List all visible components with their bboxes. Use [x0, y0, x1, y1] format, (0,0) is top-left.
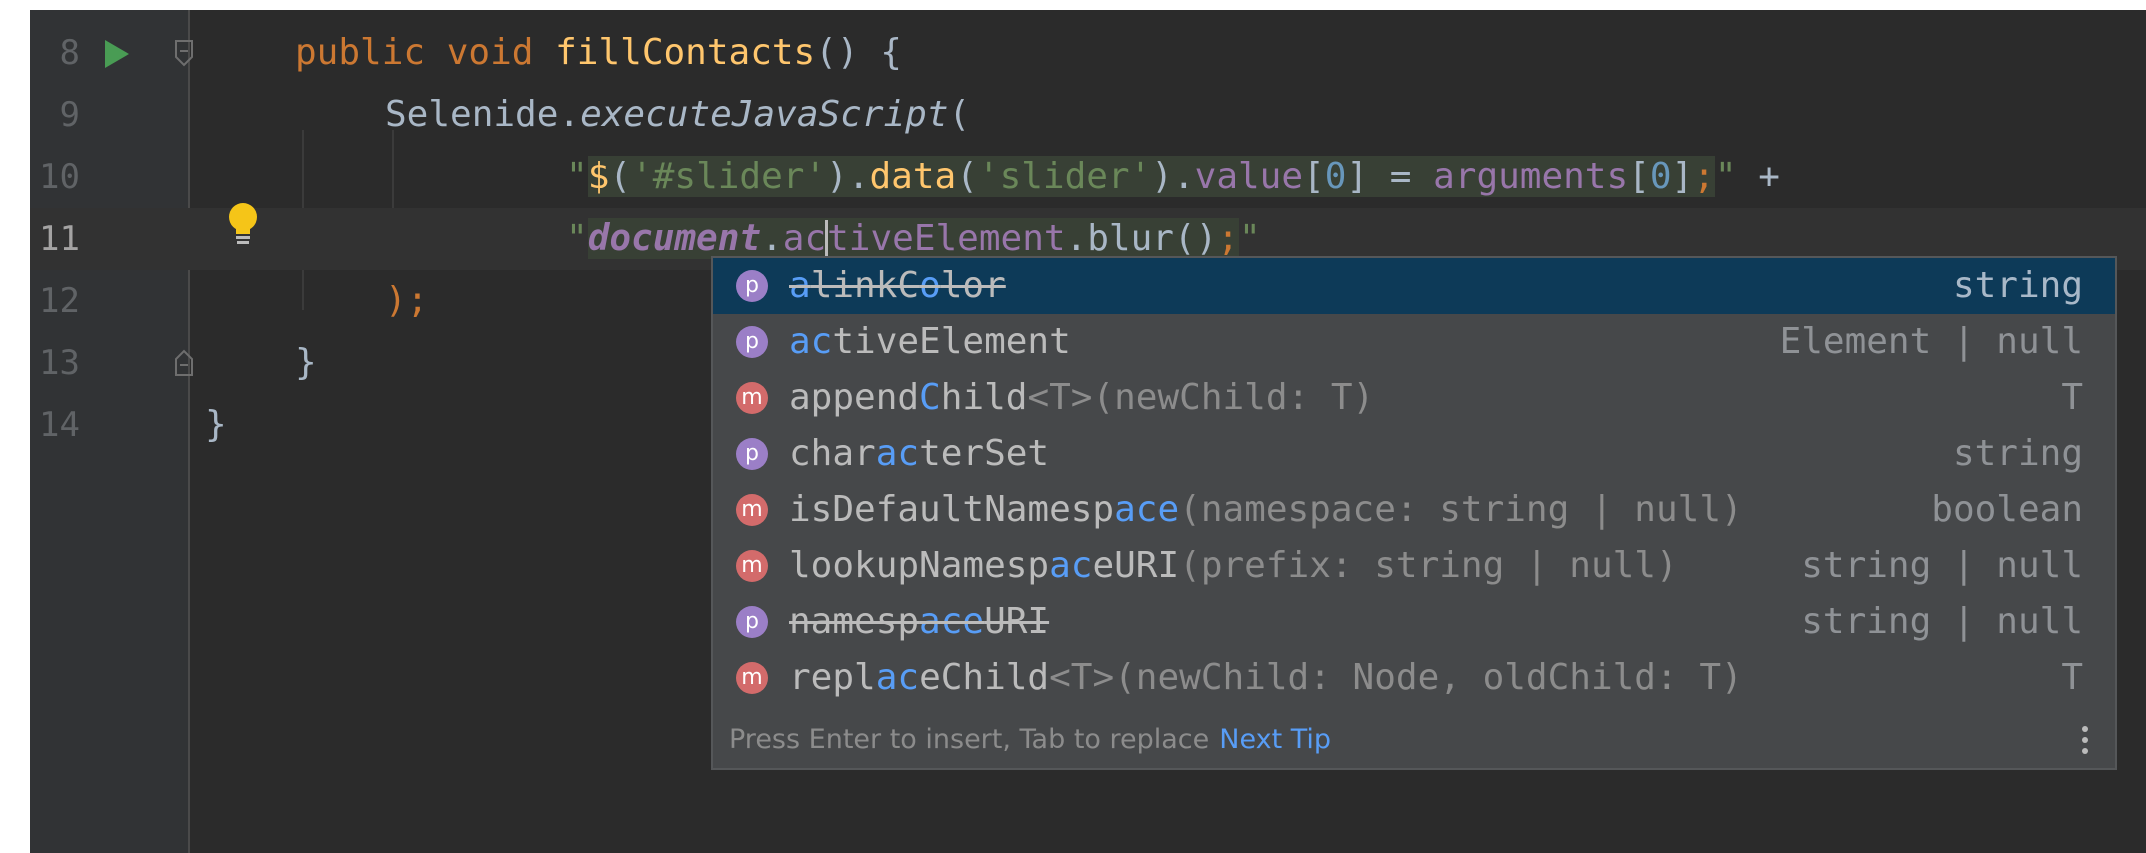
- completion-hint-text: Press Enter to insert, Tab to replace: [729, 724, 1210, 755]
- method-icon: m: [736, 382, 768, 414]
- kebab-menu-icon[interactable]: [2081, 726, 2089, 756]
- completion-item-type: string: [1952, 265, 2083, 306]
- method-icon: m: [736, 494, 768, 526]
- method-icon: m: [736, 662, 768, 694]
- lightbulb-icon[interactable]: [225, 201, 261, 249]
- completion-item-name: replaceChild<T>(newChild: Node, oldChild…: [789, 657, 1743, 698]
- completion-item-type: string | null: [1801, 545, 2083, 586]
- fold-end-icon[interactable]: [174, 349, 194, 377]
- completion-item-name: alinkColor: [789, 265, 1006, 306]
- completion-item-type: string: [1952, 433, 2083, 474]
- property-icon: p: [736, 606, 768, 638]
- code-line-8[interactable]: 8 public void fillContacts() {: [30, 22, 2146, 84]
- code-line-9[interactable]: 9 Selenide.executeJavaScript(: [30, 84, 2146, 146]
- line-number: 13: [39, 343, 80, 383]
- property-icon: p: [736, 270, 768, 302]
- code-text: }: [295, 342, 317, 383]
- completion-item-type: string | null: [1801, 601, 2083, 642]
- code-text: Selenide.executeJavaScript(: [385, 94, 971, 135]
- completion-item-activeelement[interactable]: p activeElement Element | null: [713, 314, 2115, 370]
- completion-item-lookupnamespaceuri[interactable]: m lookupNamespaceURI(prefix: string | nu…: [713, 538, 2115, 594]
- code-line-10[interactable]: 10 "$('#slider').data('slider').value[0]…: [30, 146, 2146, 208]
- line-number: 10: [39, 157, 80, 197]
- line-number: 9: [59, 95, 80, 135]
- completion-item-name: isDefaultNamespace(namespace: string | n…: [789, 489, 1743, 530]
- line-number: 12: [39, 281, 80, 321]
- line-number: 14: [39, 405, 80, 445]
- run-gutter-icon[interactable]: [105, 40, 129, 68]
- code-text: "$('#slider').data('slider').value[0] = …: [566, 156, 1780, 197]
- completion-item-replacechild[interactable]: m replaceChild<T>(newChild: Node, oldChi…: [713, 650, 2115, 706]
- property-icon: p: [736, 438, 768, 470]
- completion-item-type: T: [2061, 377, 2083, 418]
- completion-item-type: Element | null: [1779, 321, 2083, 362]
- completion-item-characterset[interactable]: p characterSet string: [713, 426, 2115, 482]
- completion-item-type: T: [2061, 657, 2083, 698]
- completion-item-isdefaultnamespace[interactable]: m isDefaultNamespace(namespace: string |…: [713, 482, 2115, 538]
- completion-item-name: namespaceURI: [789, 601, 1050, 642]
- code-text: public void fillContacts() {: [295, 32, 902, 73]
- completion-item-name: lookupNamespaceURI(prefix: string | null…: [789, 545, 1678, 586]
- completion-item-alinkcolor[interactable]: p alinkColor string: [713, 258, 2115, 314]
- completion-item-name: activeElement: [789, 321, 1071, 362]
- completion-item-name: characterSet: [789, 433, 1050, 474]
- completion-footer: Press Enter to insert, Tab to replace Nex…: [729, 718, 1331, 762]
- completion-item-namespaceuri[interactable]: p namespaceURI string | null: [713, 594, 2115, 650]
- method-icon: m: [736, 550, 768, 582]
- code-completion-popup[interactable]: p alinkColor string p activeElement Elem…: [711, 256, 2117, 770]
- next-tip-link[interactable]: Next Tip: [1219, 724, 1331, 755]
- property-icon: p: [736, 326, 768, 358]
- completion-item-appendchild[interactable]: m appendChild<T>(newChild: T) T: [713, 370, 2115, 426]
- code-text: );: [385, 280, 429, 321]
- line-number: 8: [59, 33, 80, 73]
- code-text: }: [205, 404, 227, 445]
- line-number: 11: [39, 219, 80, 259]
- fold-start-icon[interactable]: [174, 39, 194, 67]
- completion-item-type: boolean: [1931, 489, 2083, 530]
- completion-item-name: appendChild<T>(newChild: T): [789, 377, 1375, 418]
